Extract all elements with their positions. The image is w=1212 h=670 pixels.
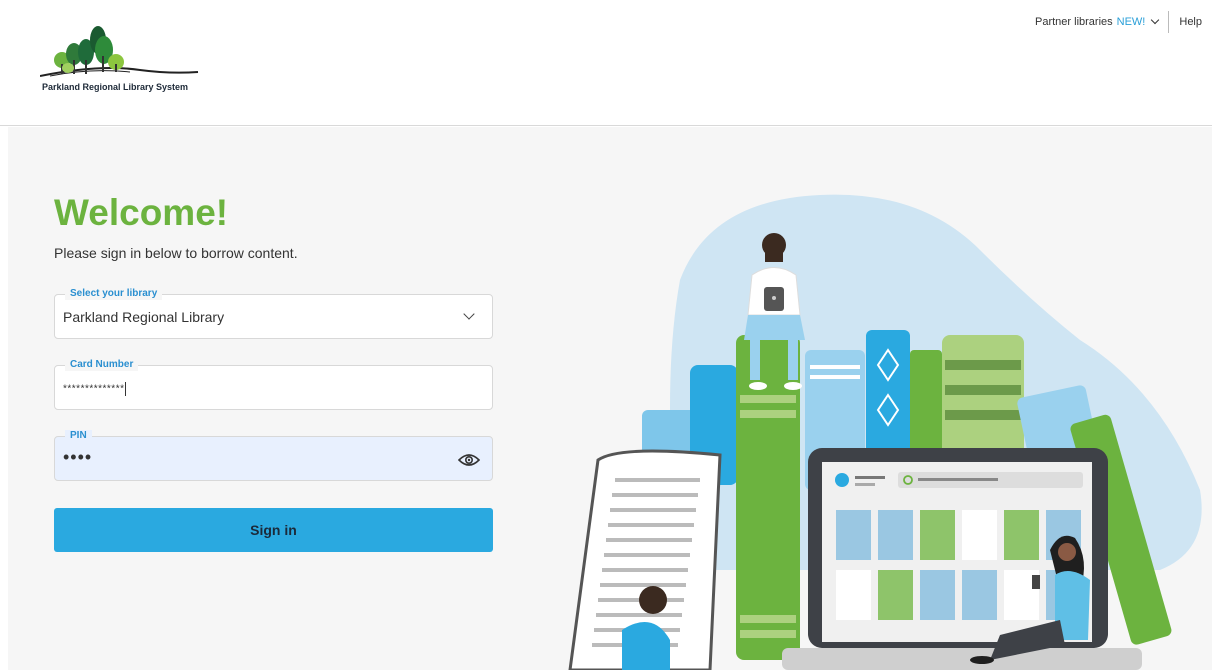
library-select-value: Parkland Regional Library <box>63 309 225 325</box>
pin-label: PIN <box>65 430 92 442</box>
partner-libraries-label: Partner libraries <box>1035 16 1113 28</box>
chevron-down-icon <box>1151 15 1160 25</box>
card-number-value: ************** <box>63 382 127 396</box>
new-badge: NEW! <box>1116 16 1146 28</box>
library-select-label: Select your library <box>65 288 163 300</box>
library-logo[interactable]: Parkland Regional Library System <box>40 24 200 96</box>
pin-field[interactable]: PIN •••• <box>54 430 493 481</box>
eye-icon[interactable] <box>458 453 480 467</box>
chevron-down-icon <box>463 308 475 320</box>
partner-libraries-menu[interactable]: Partner libraries NEW! <box>1035 11 1170 33</box>
sign-in-button[interactable]: Sign in <box>54 508 493 552</box>
trees-logo-icon <box>40 26 199 77</box>
page-title: Welcome! <box>54 192 229 233</box>
card-number-field[interactable]: Card Number ************** <box>54 359 493 410</box>
top-nav: Partner libraries NEW! Help <box>1035 10 1202 33</box>
help-link[interactable]: Help <box>1169 16 1202 28</box>
card-number-label: Card Number <box>65 359 139 371</box>
library-illustration <box>568 194 1202 670</box>
pin-value: •••• <box>63 447 93 467</box>
logo-text: Parkland Regional Library System <box>42 82 189 92</box>
text-caret <box>125 382 127 396</box>
header: Parkland Regional Library System Partner… <box>0 0 1212 126</box>
library-select[interactable]: Select your library Parkland Regional Li… <box>54 288 493 339</box>
page-subtitle: Please sign in below to borrow content. <box>54 245 298 261</box>
card-number-text: ************** <box>63 383 125 395</box>
